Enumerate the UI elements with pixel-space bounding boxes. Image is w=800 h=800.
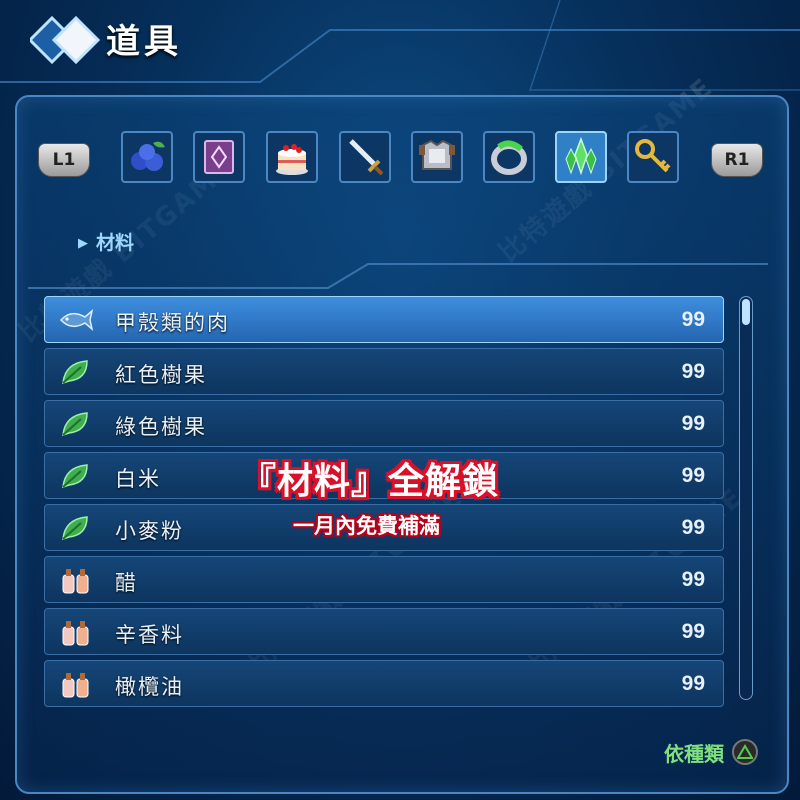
- category-name: 材料: [96, 232, 135, 254]
- leaf-icon: [62, 360, 88, 385]
- page-title: 道具: [106, 22, 182, 62]
- item-row[interactable]: 綠色樹果 99: [44, 400, 724, 447]
- book-icon: [204, 140, 234, 174]
- item-name: 白米: [115, 467, 161, 491]
- blueberry-icon: [131, 141, 165, 171]
- category-label: ▶ 材料: [78, 228, 134, 255]
- sort-button[interactable]: 依種類: [664, 738, 758, 767]
- item-quantity: 99: [681, 464, 705, 487]
- diamond-logo-icon: [30, 15, 101, 65]
- l1-button[interactable]: L1: [38, 143, 90, 177]
- promo-subtitle: 一月內免費補滿: [293, 514, 440, 538]
- item-name: 醋: [115, 571, 138, 595]
- key-icon: [635, 139, 671, 173]
- bottles-icon: [62, 673, 89, 698]
- item-name: 紅色樹果: [115, 363, 207, 387]
- item-row[interactable]: 醋 99: [44, 556, 724, 603]
- item-row[interactable]: 甲殼類的肉 99: [44, 296, 724, 343]
- scrollbar-thumb[interactable]: [742, 299, 750, 325]
- crystal-icon: [565, 136, 597, 176]
- leaf-icon: [62, 516, 88, 541]
- tab-ring[interactable]: [483, 131, 535, 183]
- item-row[interactable]: 辛香料 99: [44, 608, 724, 655]
- item-name: 甲殼類的肉: [115, 311, 230, 335]
- armor-icon: [419, 139, 455, 170]
- leaf-icon: [62, 412, 88, 437]
- tab-key[interactable]: [627, 131, 679, 183]
- ring-icon: [491, 140, 527, 175]
- item-quantity: 99: [681, 412, 705, 435]
- tab-cake[interactable]: [266, 131, 318, 183]
- item-quantity: 99: [681, 360, 705, 383]
- tab-armor[interactable]: [411, 131, 463, 183]
- caret-right-icon: ▶: [78, 236, 88, 251]
- item-row[interactable]: 紅色樹果 99: [44, 348, 724, 395]
- divider: [28, 263, 768, 289]
- item-name: 辛香料: [115, 623, 184, 647]
- tab-book[interactable]: [193, 131, 245, 183]
- item-name: 小麥粉: [115, 519, 184, 543]
- tab-sword[interactable]: [339, 131, 391, 183]
- sort-label: 依種類: [664, 742, 724, 766]
- item-quantity: 99: [681, 308, 705, 331]
- item-name: 橄欖油: [115, 675, 184, 699]
- tab-crystal[interactable]: [555, 131, 607, 183]
- bottles-icon: [62, 621, 89, 646]
- item-quantity: 99: [681, 672, 705, 695]
- cake-icon: [276, 144, 308, 175]
- item-name: 綠色樹果: [115, 415, 207, 439]
- tab-blueberry[interactable]: [121, 131, 173, 183]
- promo-title: 『材料』全解鎖: [240, 461, 500, 502]
- item-quantity: 99: [681, 516, 705, 539]
- item-row[interactable]: 橄欖油 99: [44, 660, 724, 707]
- scrollbar[interactable]: [739, 296, 753, 700]
- item-quantity: 99: [681, 620, 705, 643]
- r1-button[interactable]: R1: [711, 143, 763, 177]
- header: 道具: [0, 0, 800, 78]
- fish-icon: [59, 309, 93, 331]
- sword-icon: [349, 139, 384, 176]
- leaf-icon: [62, 464, 88, 489]
- bottles-icon: [62, 569, 89, 594]
- item-quantity: 99: [681, 568, 705, 591]
- triangle-button-icon: [732, 739, 758, 765]
